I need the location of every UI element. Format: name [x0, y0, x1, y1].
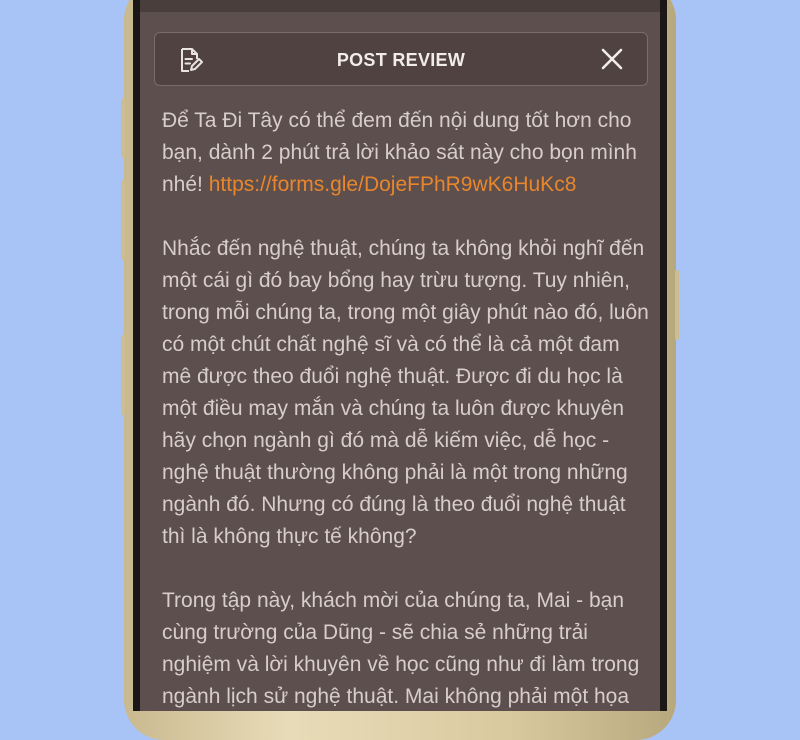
page-title: POST REVIEW — [336, 50, 466, 70]
phone-side-button-volume-up — [121, 98, 125, 158]
phone-side-button-volume-down — [121, 180, 125, 260]
intro-paragraph: Nhắc đến nghệ thuật, chúng ta không khỏi… — [162, 237, 649, 548]
post-content: Để Ta Đi Tây có thể đem đến nội dung tốt… — [162, 105, 654, 711]
close-icon[interactable] — [599, 46, 625, 72]
status-strip — [140, 0, 660, 12]
guest-paragraph: Trong tập này, khách mời của chúng ta, M… — [162, 589, 640, 708]
survey-paragraph: Để Ta Đi Tây có thể đem đến nội dung tốt… — [162, 105, 654, 201]
phone-screen: POST REVIEW Để Ta Đi Tây có thể đem đến … — [133, 0, 667, 711]
post-review-header: POST REVIEW — [154, 32, 648, 86]
review-panel: POST REVIEW Để Ta Đi Tây có thể đem đến … — [140, 0, 660, 711]
phone-side-button-power — [675, 270, 679, 340]
phone-side-button-bixby — [121, 335, 125, 415]
survey-link[interactable]: https://forms.gle/DojeFPhR9wK6HuKc8 — [209, 173, 577, 196]
